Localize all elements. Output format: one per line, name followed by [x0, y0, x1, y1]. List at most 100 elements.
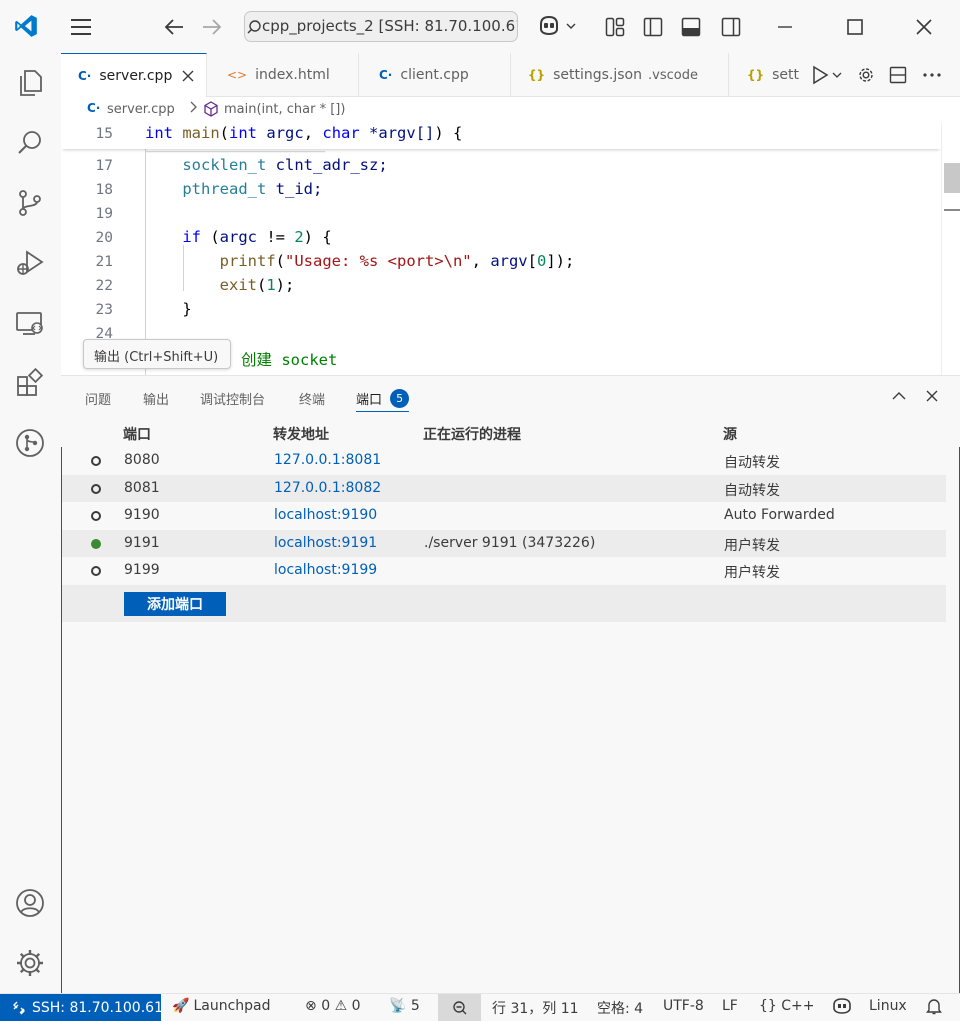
tab-client-cpp[interactable]: C· client.cpp: [359, 53, 511, 97]
breadcrumb-file[interactable]: server.cpp: [107, 102, 175, 117]
language-mode[interactable]: {} C++: [759, 998, 815, 1014]
port-source: 自动转发: [724, 483, 780, 499]
back-arrow-icon[interactable]: [160, 14, 188, 40]
toggle-primary-sidebar-icon[interactable]: [640, 14, 666, 40]
port-status-icon: [91, 566, 101, 576]
indentation[interactable]: 空格: 4: [597, 998, 643, 1018]
settings-gear-icon[interactable]: [854, 63, 878, 87]
os-label[interactable]: Linux: [869, 998, 907, 1014]
tab-debug-console[interactable]: 调试控制台: [200, 389, 265, 408]
customize-layout-icon[interactable]: [602, 14, 628, 40]
source-control-icon[interactable]: [14, 187, 46, 219]
table-row[interactable]: 8080 127.0.0.1:8081 自动转发: [62, 447, 946, 474]
git-graph-icon[interactable]: [14, 427, 46, 459]
end-of-line[interactable]: LF: [722, 998, 738, 1014]
tab-server-cpp[interactable]: C· server.cpp: [61, 53, 207, 97]
cpp-file-icon: C·: [87, 101, 101, 115]
error-icon: ⊗: [305, 998, 317, 1014]
cpp-file-icon: C·: [78, 68, 92, 83]
code-token: pthread_t: [182, 180, 267, 198]
tab-ports[interactable]: 端口 5: [356, 384, 410, 412]
code-token: printf: [219, 252, 276, 270]
code-token: if: [182, 228, 201, 246]
rocket-icon: 🚀: [172, 998, 190, 1014]
add-port-button[interactable]: 添加端口: [124, 592, 226, 616]
code-token: argv: [490, 252, 528, 270]
json-file-icon: {}: [747, 68, 765, 82]
line-number: 20: [95, 230, 113, 246]
ports-count: 5: [410, 998, 420, 1014]
run-file-icon[interactable]: [807, 63, 847, 87]
forward-arrow-icon[interactable]: [198, 14, 226, 40]
forwarded-address-link[interactable]: 127.0.0.1:8081: [274, 452, 381, 468]
maximize-icon[interactable]: [842, 14, 868, 40]
accounts-icon[interactable]: [14, 887, 46, 919]
remote-indicator[interactable]: SSH: 81.70.100.61: [0, 994, 163, 1021]
ports-indicator[interactable]: 📡 5: [389, 998, 420, 1014]
more-actions-icon[interactable]: [919, 63, 945, 87]
column-header-port[interactable]: 端口: [123, 424, 151, 444]
command-center[interactable]: cpp_projects_2 [SSH: 81.70.100.61]: [244, 11, 518, 42]
code-token: 2: [294, 228, 304, 246]
encoding[interactable]: UTF-8: [663, 998, 704, 1014]
maximize-panel-icon[interactable]: [889, 386, 909, 406]
copilot-status-icon[interactable]: [833, 998, 851, 1014]
port-status-icon: [91, 456, 101, 466]
run-debug-icon[interactable]: [14, 247, 46, 279]
port-number: 9190: [124, 507, 160, 523]
forwarded-address-link[interactable]: localhost:9190: [274, 507, 377, 523]
forwarded-address-link[interactable]: localhost:9191: [274, 535, 377, 551]
column-header-process[interactable]: 正在运行的进程: [423, 424, 521, 444]
table-row[interactable]: 9199 localhost:9199 用户转发: [62, 557, 946, 584]
tab-index-html[interactable]: <> index.html: [207, 53, 359, 97]
close-tab-icon[interactable]: [182, 70, 194, 82]
port-source: Auto Forwarded: [724, 507, 835, 523]
search-icon[interactable]: [14, 127, 46, 159]
tab-problems[interactable]: 问题: [85, 389, 111, 408]
code-token: 0: [536, 252, 547, 270]
code-editor[interactable]: 15 int main(int argc, char *argv[]) { ‾‾…: [61, 123, 960, 375]
zoom-indicator[interactable]: [438, 994, 481, 1021]
column-header-source[interactable]: 源: [723, 424, 737, 444]
tab-output[interactable]: 输出: [143, 389, 169, 408]
cursor-position[interactable]: 行 31，列 11: [492, 998, 579, 1018]
settings-gear-icon[interactable]: [14, 947, 46, 979]
extensions-icon[interactable]: [14, 367, 46, 399]
tab-hint: .vscode: [648, 67, 698, 83]
table-row[interactable]: 8081 127.0.0.1:8082 自动转发: [62, 475, 946, 502]
toggle-secondary-sidebar-icon[interactable]: [718, 14, 744, 40]
table-row[interactable]: 9191 localhost:9191 ./server 9191 (34732…: [62, 530, 946, 557]
tab-settings-json-2[interactable]: {} sett: [729, 53, 799, 97]
method-symbol-icon: [203, 101, 219, 117]
column-header-address[interactable]: 转发地址: [273, 424, 329, 444]
remote-explorer-icon[interactable]: [14, 307, 46, 339]
launchpad-item[interactable]: 🚀 Launchpad: [172, 998, 271, 1014]
menu-icon[interactable]: [66, 14, 96, 40]
breadcrumb-symbol[interactable]: main(int, char * []): [224, 102, 345, 117]
line-number: 18: [95, 182, 113, 198]
forwarded-address-link[interactable]: 127.0.0.1:8082: [274, 480, 381, 496]
tab-terminal[interactable]: 终端: [299, 389, 325, 408]
copilot-icon[interactable]: [534, 12, 580, 40]
toggle-panel-icon[interactable]: [678, 14, 704, 40]
close-panel-icon[interactable]: [922, 386, 942, 406]
port-number: 9191: [124, 535, 160, 551]
problems-indicator[interactable]: ⊗ 0 ⚠ 0: [305, 998, 361, 1014]
add-port-row: 添加端口: [62, 585, 946, 622]
table-row[interactable]: 9190 localhost:9190 Auto Forwarded: [62, 502, 946, 529]
code-token: clnt_adr_sz;: [275, 156, 388, 174]
forwarded-address-link[interactable]: localhost:9199: [274, 562, 377, 578]
notifications-bell-icon[interactable]: [926, 998, 942, 1015]
tab-settings-json[interactable]: {} settings.json .vscode: [511, 53, 729, 97]
minimize-icon[interactable]: [772, 14, 798, 40]
html-file-icon: <>: [227, 68, 248, 82]
explorer-icon[interactable]: [14, 67, 46, 99]
split-editor-icon[interactable]: [886, 63, 910, 87]
close-window-icon[interactable]: [911, 14, 937, 40]
json-file-icon: {}: [528, 68, 546, 82]
port-number: 8080: [124, 452, 160, 468]
sticky-scroll-line[interactable]: 15 int main(int argc, char *argv[]) {: [61, 123, 941, 149]
editor-scrollbar[interactable]: [941, 123, 960, 375]
line-number: 22: [95, 278, 113, 294]
vscode-logo-icon: [12, 12, 40, 40]
